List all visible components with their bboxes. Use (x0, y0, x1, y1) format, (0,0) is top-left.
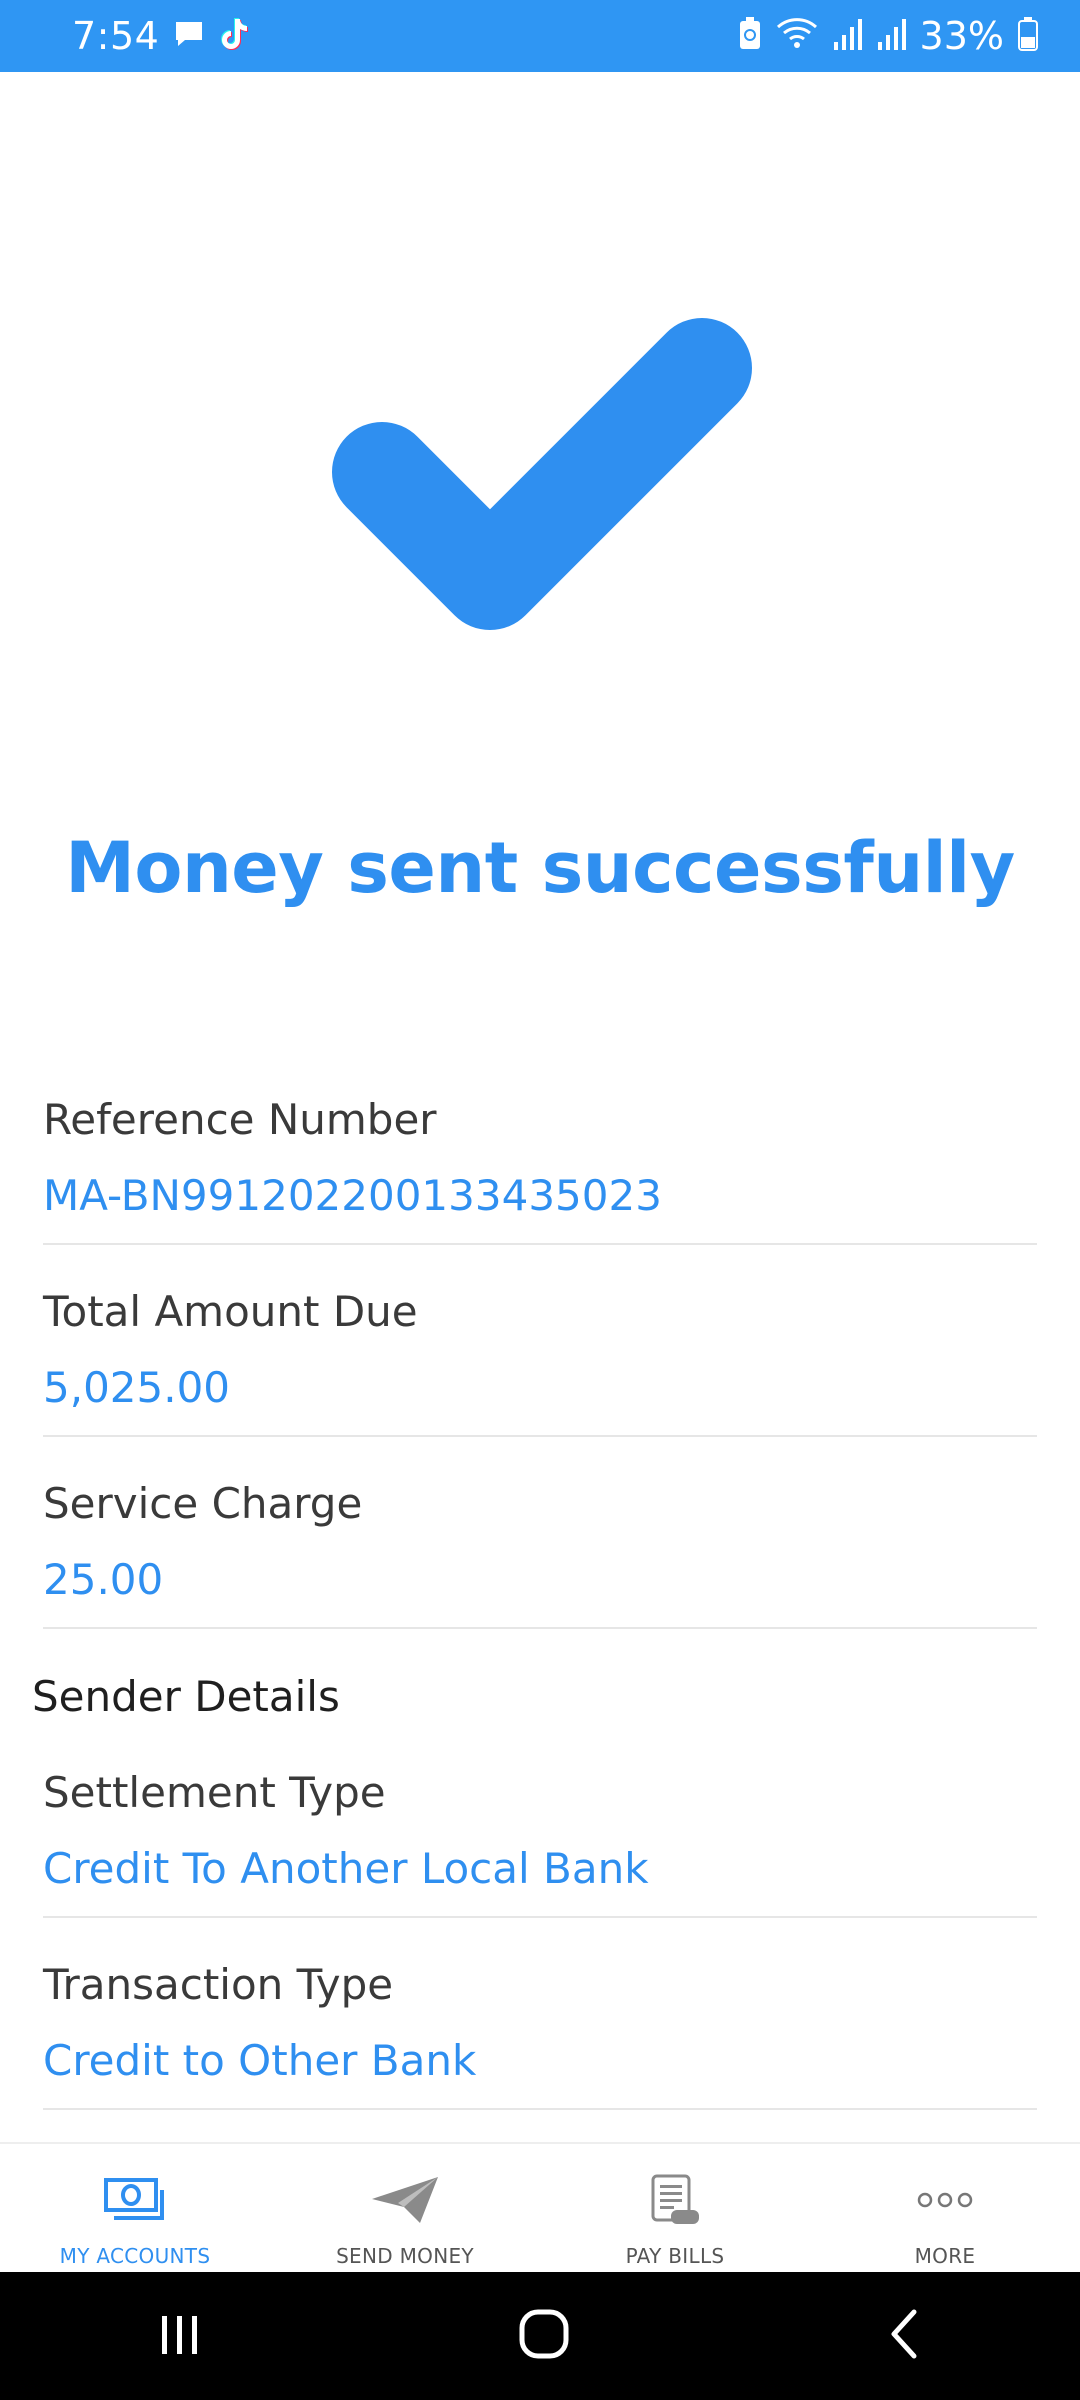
nav-my-accounts[interactable]: MY ACCOUNTS (0, 2144, 270, 2274)
reference-number-field: Reference Number MA-BN991202200133435023 (43, 1095, 1037, 1245)
field-value: 25.00 (43, 1555, 164, 1604)
settlement-type-field: Settlement Type Credit To Another Local … (43, 1768, 1037, 1918)
nav-label: PAY BILLS (625, 2244, 725, 2268)
status-left: 7:54 (72, 14, 249, 58)
bill-icon (649, 2170, 701, 2230)
tiktok-icon (219, 17, 249, 55)
transaction-type-field: Transaction Type Credit to Other Bank (43, 1960, 1037, 2110)
chat-icon (173, 19, 205, 53)
signal-icon (832, 18, 862, 54)
status-bar: 7:54 33% (0, 0, 1080, 72)
money-icon (104, 2170, 166, 2230)
home-icon[interactable] (516, 2306, 572, 2367)
bottom-nav: MY ACCOUNTS SEND MONEY PAY BILLS MORE (0, 2142, 1080, 2274)
field-label: Settlement Type (43, 1768, 386, 1817)
service-charge-field: Service Charge 25.00 (43, 1479, 1037, 1629)
wifi-icon (776, 17, 818, 55)
battery-saver-icon (738, 17, 762, 55)
recents-icon[interactable] (156, 2310, 204, 2363)
field-value: 5,025.00 (43, 1363, 231, 1412)
content-area: Money sent successfully Reference Number… (0, 72, 1080, 2142)
status-right: 33% (738, 14, 1038, 58)
field-label: Transaction Type (43, 1960, 394, 2009)
field-value: Credit to Other Bank (43, 2036, 477, 2085)
field-label: Reference Number (43, 1095, 437, 1144)
nav-label: SEND MONEY (336, 2244, 474, 2268)
nav-label: MORE (914, 2244, 976, 2268)
battery-icon (1018, 17, 1038, 55)
nav-pay-bills[interactable]: PAY BILLS (540, 2144, 810, 2274)
field-value: MA-BN991202200133435023 (43, 1171, 662, 1220)
checkmark-icon (300, 282, 780, 732)
more-icon (915, 2170, 975, 2230)
nav-send-money[interactable]: SEND MONEY (270, 2144, 540, 2274)
field-label: Total Amount Due (43, 1287, 418, 1336)
status-time: 7:54 (72, 14, 160, 58)
nav-label: MY ACCOUNTS (59, 2244, 211, 2268)
total-amount-field: Total Amount Due 5,025.00 (43, 1287, 1037, 1437)
system-nav-bar (0, 2272, 1080, 2400)
nav-more[interactable]: MORE (810, 2144, 1080, 2274)
signal-icon (876, 18, 906, 54)
sender-details-heading: Sender Details (32, 1672, 340, 1721)
back-icon[interactable] (884, 2308, 924, 2365)
field-value: Credit To Another Local Bank (43, 1844, 649, 1893)
success-title: Money sent successfully (65, 827, 1015, 909)
paper-plane-icon (370, 2170, 440, 2230)
battery-percent: 33% (919, 14, 1004, 58)
field-label: Service Charge (43, 1479, 363, 1528)
